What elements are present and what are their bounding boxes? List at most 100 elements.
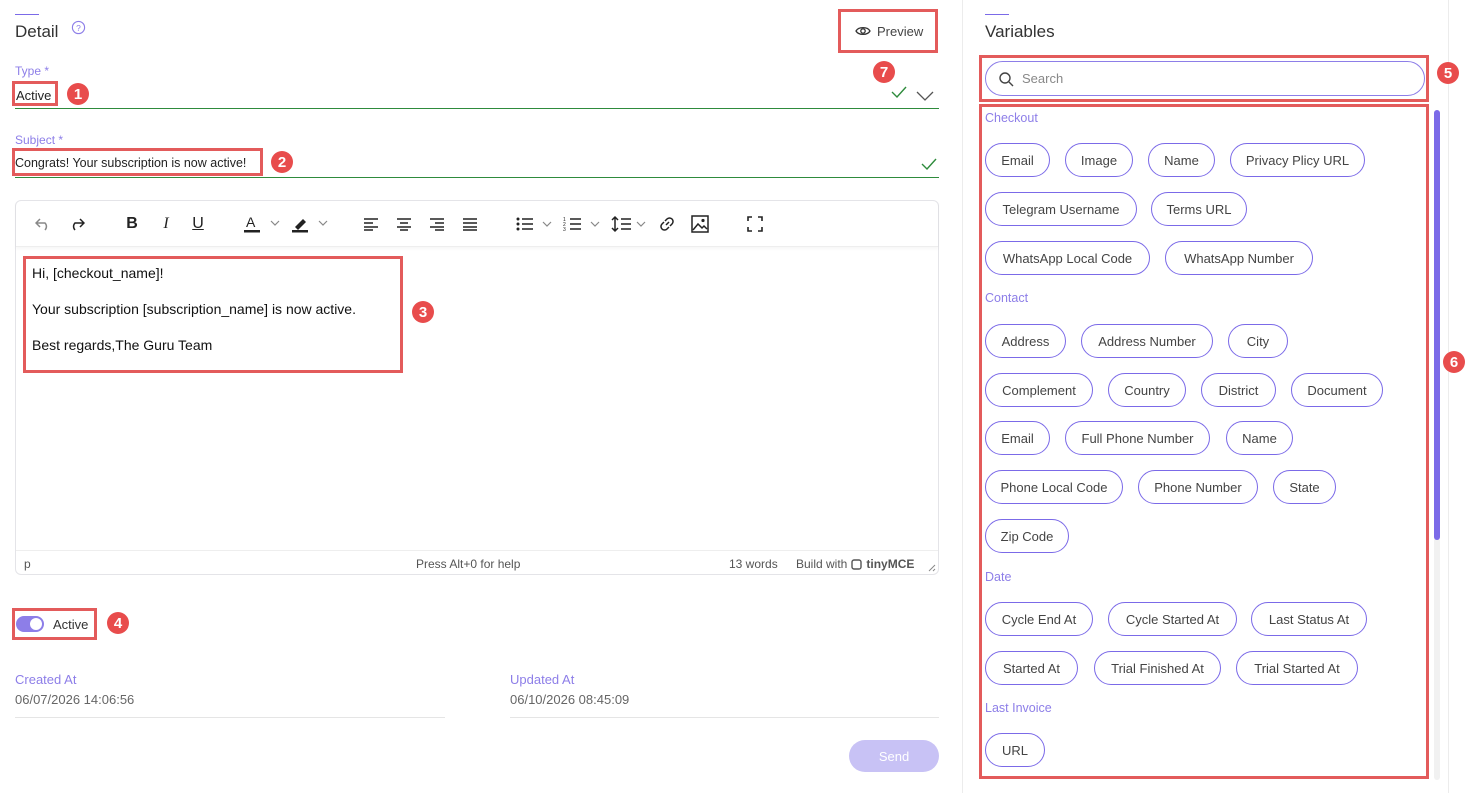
word-count[interactable]: 13 words (729, 557, 778, 571)
numbered-list-icon[interactable]: 123 (562, 210, 602, 238)
chevron-down-icon[interactable] (916, 91, 934, 101)
group-checkout: Checkout (985, 111, 1038, 125)
variable-chip[interactable]: Email (985, 143, 1050, 177)
variable-chip[interactable]: Complement (985, 373, 1093, 407)
variable-chip[interactable]: URL (985, 733, 1045, 767)
variable-chip[interactable]: Trial Started At (1236, 651, 1358, 685)
svg-text:3: 3 (563, 227, 566, 232)
send-button[interactable]: Send (849, 740, 939, 772)
variable-chip[interactable]: WhatsApp Local Code (985, 241, 1150, 275)
search-placeholder: Search (1022, 71, 1064, 86)
badge-5: 5 (1437, 62, 1459, 84)
align-left-icon[interactable] (360, 210, 382, 238)
search-wrap: Search (979, 55, 1429, 102)
variable-chip[interactable]: Address (985, 324, 1066, 358)
redo-icon[interactable] (66, 210, 88, 238)
updated-label: Updated At (510, 672, 575, 687)
variable-chip[interactable]: Country (1108, 373, 1186, 407)
variable-chip[interactable]: Phone Local Code (985, 470, 1123, 504)
build-with[interactable]: Build with tinyMCE (796, 557, 914, 571)
undo-icon[interactable] (32, 210, 54, 238)
link-icon[interactable] (656, 210, 678, 238)
body-line: Best regards,The Guru Team (32, 337, 213, 353)
variable-chip[interactable]: Name (1226, 421, 1293, 455)
active-toggle-wrap[interactable]: Active (12, 608, 97, 640)
editor-statusbar: p Press Alt+0 for help 13 words Build wi… (16, 550, 938, 574)
type-value: Active (16, 88, 52, 103)
body-line: Hi, [checkout_name]! (32, 265, 164, 281)
variables-title: Variables (985, 22, 1055, 41)
resize-handle-icon[interactable] (926, 562, 936, 572)
align-justify-icon[interactable] (459, 210, 481, 238)
check-icon (891, 86, 907, 98)
text-color-icon[interactable]: A (242, 210, 282, 238)
highlight-color-icon[interactable] (290, 210, 330, 238)
subject-label: Subject * (15, 133, 64, 147)
scrollbar-thumb[interactable] (1434, 110, 1440, 540)
group-contact: Contact (985, 291, 1029, 305)
subject-value: Congrats! Your subscription is now activ… (15, 156, 247, 170)
status-path[interactable]: p (24, 557, 31, 571)
svg-text:?: ? (76, 23, 81, 33)
variable-chip[interactable]: Privacy Plicy URL (1230, 143, 1365, 177)
variable-chip[interactable]: Phone Number (1138, 470, 1258, 504)
bold-icon[interactable]: B (122, 210, 142, 238)
variable-chip[interactable]: Name (1148, 143, 1215, 177)
variable-chip[interactable]: Address Number (1081, 324, 1213, 358)
active-toggle[interactable] (16, 616, 44, 632)
variable-chip[interactable]: Image (1065, 143, 1133, 177)
badge-3: 3 (412, 301, 434, 323)
panel-divider (962, 0, 963, 793)
variable-chip[interactable]: Last Status At (1251, 602, 1367, 636)
variable-chip[interactable]: Email (985, 421, 1050, 455)
check-icon (921, 158, 937, 170)
preview-button[interactable]: Preview (838, 9, 938, 53)
underline-icon[interactable]: U (188, 210, 208, 238)
subject-input[interactable]: Congrats! Your subscription is now activ… (12, 148, 263, 176)
line-height-icon[interactable] (610, 210, 650, 238)
badge-7: 7 (873, 61, 895, 83)
badge-2: 2 (271, 151, 293, 173)
align-center-icon[interactable] (393, 210, 415, 238)
editor-content[interactable]: Hi, [checkout_name]! Your subscription [… (23, 256, 403, 373)
status-help: Press Alt+0 for help (416, 557, 521, 571)
editor-toolbar: B I U A 123 (16, 201, 938, 247)
bullet-list-icon[interactable] (514, 210, 554, 238)
variable-chip[interactable]: City (1228, 324, 1288, 358)
variable-chip[interactable]: Cycle End At (985, 602, 1093, 636)
fullscreen-icon[interactable] (744, 210, 766, 238)
italic-icon[interactable]: I (156, 210, 176, 238)
eye-icon (855, 26, 871, 36)
search-icon (999, 71, 1014, 86)
type-select[interactable]: Active (12, 81, 58, 106)
variable-chip[interactable]: Started At (985, 651, 1078, 685)
rich-text-editor[interactable]: B I U A 123 Hi, [checkout_name]! Your su… (15, 200, 939, 575)
variable-chip[interactable]: Zip Code (985, 519, 1069, 553)
variable-chip[interactable]: Telegram Username (985, 192, 1137, 226)
group-date: Date (985, 570, 1012, 584)
variable-chip[interactable]: Terms URL (1151, 192, 1247, 226)
image-icon[interactable] (689, 210, 711, 238)
variable-chip[interactable]: District (1201, 373, 1276, 407)
detail-title: Detail (15, 22, 59, 41)
svg-text:A: A (246, 214, 256, 230)
variable-chip[interactable]: Cycle Started At (1108, 602, 1237, 636)
subject-underline (15, 177, 939, 178)
help-icon[interactable]: ? (71, 20, 86, 35)
group-last-invoice: Last Invoice (985, 701, 1052, 715)
body-line: Your subscription [subscription_name] is… (32, 301, 356, 317)
search-input[interactable]: Search (985, 61, 1425, 96)
badge-1: 1 (67, 83, 89, 105)
updated-underline (510, 717, 939, 718)
tinymce-brand: tinyMCE (866, 557, 915, 571)
panel-right-edge (1448, 0, 1449, 793)
variable-chip[interactable]: State (1273, 470, 1336, 504)
variable-chip[interactable]: Full Phone Number (1065, 421, 1210, 455)
variable-chip[interactable]: Trial Finished At (1094, 651, 1221, 685)
variable-chip[interactable]: Document (1291, 373, 1383, 407)
tinymce-logo-icon (851, 558, 863, 570)
variable-chip[interactable]: WhatsApp Number (1165, 241, 1313, 275)
created-value: 06/07/2026 14:06:56 (15, 692, 135, 707)
type-label: Type * (15, 64, 50, 78)
align-right-icon[interactable] (426, 210, 448, 238)
